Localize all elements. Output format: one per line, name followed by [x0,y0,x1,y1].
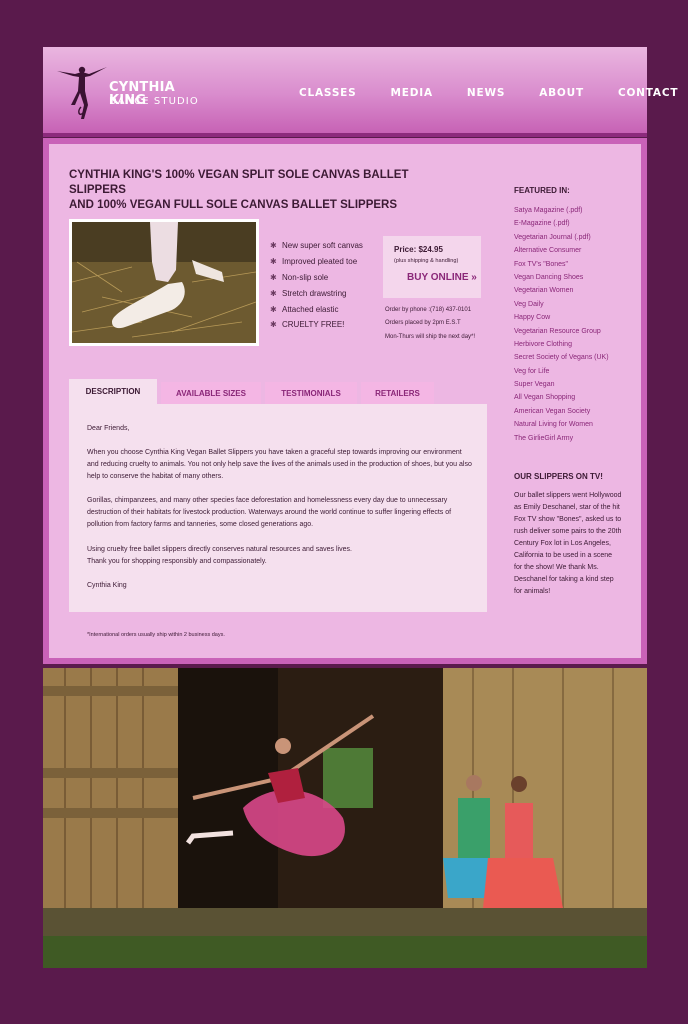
product-title-line1: CYNTHIA KING'S 100% VEGAN SPLIT SOLE CAN… [69,169,409,196]
feature-item: ✱ Stretch drawstring [270,288,347,298]
nav-classes[interactable]: CLASSES [299,87,357,99]
bullet-icon: ✱ [270,272,277,282]
feature-list: ✱ New super soft canvas ✱ Improved pleated… [270,238,363,333]
description-paragraph-1: When you choose Cynthia King Vegan Balle… [87,449,472,480]
featured-link[interactable]: Super Vegan [514,378,609,391]
nav-news[interactable]: NEWS [467,87,505,99]
featured-link[interactable]: Vegetarian Resource Group [514,325,609,338]
tv-text: Our ballet slippers went Hollywood as Em… [514,492,622,595]
bullet-icon: ✱ [270,288,277,298]
dancer-logo-icon [57,66,107,119]
description-paragraph-2: Gorillas, chimpanzees, and many other sp… [87,497,452,528]
feature-item: ✱ Non-slip sole [270,272,329,282]
featured-heading: FEATURED IN: [514,186,570,195]
content-area: CYNTHIA KING'S 100% VEGAN SPLIT SOLE CAN… [49,144,641,658]
tab-retailers[interactable]: RETAILERS [361,382,434,404]
slipper-image [72,222,256,343]
feature-item: ✱ CRUELTY FREE! [270,320,345,330]
tab-testimonials[interactable]: TESTIMONIALS [265,382,357,404]
price: Price: $24.95 [394,245,443,254]
description-paragraph-3b: Thank you for shopping responsibly and c… [87,558,267,565]
bullet-icon: ✱ [270,257,277,267]
bullet-icon: ✱ [270,304,277,314]
featured-list: Satya Magazine (.pdf) E-Magazine (.pdf) … [514,204,609,445]
bullet-icon: ✱ [270,241,277,251]
tab-available-sizes[interactable]: AVAILABLE SIZES [161,382,261,404]
site-header: CYNTHIA KING DANCE STUDIO CLASSES MEDIA … [43,47,678,137]
featured-link[interactable]: Fox TV's "Bones" [514,258,609,271]
featured-link[interactable]: All Vegan Shopping [514,391,609,404]
greeting: Dear Friends, [87,425,130,432]
nav-contact[interactable]: CONTACT [618,87,678,99]
featured-link[interactable]: Veg for Life [514,365,609,378]
featured-link[interactable]: Veg Daily [514,298,609,311]
featured-link[interactable]: Satya Magazine (.pdf) [514,204,609,217]
featured-link[interactable]: Happy Cow [514,311,609,324]
price-box: Price: $24.95 (plus shipping & handling)… [383,236,481,298]
buy-online-button[interactable]: BUY ONLINE » [407,272,477,283]
featured-link[interactable]: Vegan Dancing Shoes [514,271,609,284]
order-info: Order by phone :(718) 437-0101 Orders pl… [385,304,475,344]
description-panel: Dear Friends, When you choose Cynthia Ki… [69,404,487,612]
featured-link[interactable]: Secret Society of Vegans (UK) [514,351,609,364]
product-title: CYNTHIA KING'S 100% VEGAN SPLIT SOLE CAN… [69,168,419,213]
order-phone: Order by phone :(718) 437-0101 [385,307,472,313]
featured-link[interactable]: E-Magazine (.pdf) [514,217,609,230]
barn-photo [43,668,647,968]
featured-link[interactable]: Alternative Consumer [514,244,609,257]
signature: Cynthia King [87,582,127,589]
bullet-icon: ✱ [270,320,277,330]
featured-link[interactable]: The GirlieGirl Army [514,432,609,445]
feature-item: ✱ Attached elastic [270,304,339,314]
nav-media[interactable]: MEDIA [391,87,433,99]
nav-about[interactable]: ABOUT [539,87,584,99]
order-shipping: Mon-Thurs will ship the next day*! [385,333,476,340]
featured-link[interactable]: American Vegan Society [514,405,609,418]
footnote: *International orders usually ship withi… [87,632,225,638]
featured-link[interactable]: Vegetarian Women [514,284,609,297]
feature-item: ✱ Improved pleated toe [270,257,358,267]
main-panel: CYNTHIA KING'S 100% VEGAN SPLIT SOLE CAN… [43,138,647,664]
featured-link[interactable]: Herbivore Clothing [514,338,609,351]
tv-heading: OUR SLIPPERS ON TV! [514,472,603,481]
brand-sub: DANCE STUDIO [109,96,199,107]
description-paragraph-3: Using cruelty free ballet slippers direc… [87,546,352,553]
tab-description[interactable]: DESCRIPTION [69,379,157,404]
main-nav: CLASSES MEDIA NEWS ABOUT CONTACT [299,87,688,99]
featured-link[interactable]: Natural Living for Women [514,418,609,431]
barn-dancers-image [43,668,647,968]
order-cutoff: Orders placed by 2pm E.S.T [385,320,461,327]
product-title-line2: AND 100% VEGAN FULL SOLE CANVAS BALLET S… [69,199,398,211]
featured-link[interactable]: Vegetarian Journal (.pdf) [514,231,609,244]
tab-bar: DESCRIPTION AVAILABLE SIZES TESTIMONIALS… [69,379,438,404]
logo[interactable]: CYNTHIA KING DANCE STUDIO [55,61,205,123]
price-note: (plus shipping & handling) [394,258,459,264]
feature-item: ✱ New super soft canvas [270,241,363,251]
slipper-photo [69,219,259,346]
